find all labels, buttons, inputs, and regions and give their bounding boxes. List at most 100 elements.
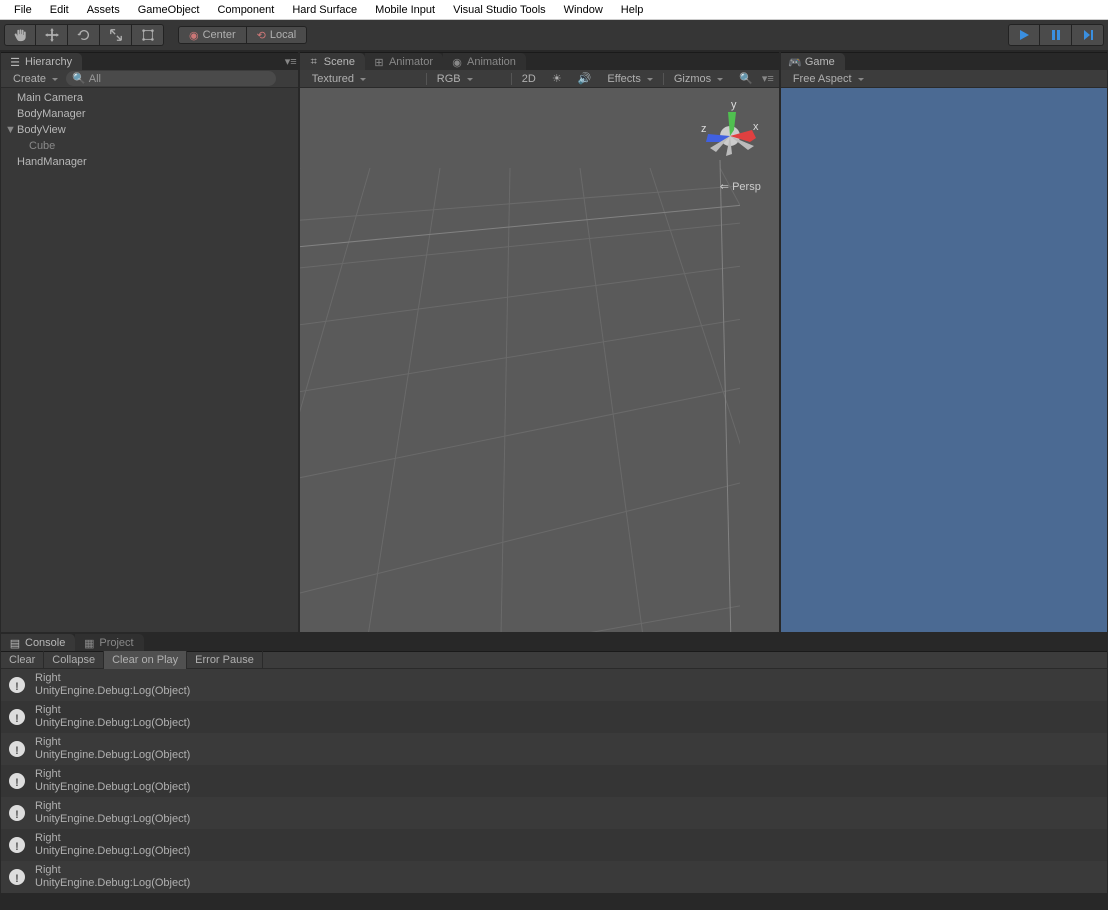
pivot-local-button[interactable]: ⟲Local xyxy=(247,26,308,44)
toggle-2d-button[interactable]: 2D xyxy=(514,71,544,86)
search-icon: 🔍 xyxy=(739,72,753,85)
tab-project[interactable]: ▦Project xyxy=(75,634,143,651)
log-entry[interactable]: !RightUnityEngine.Debug:Log(Object) xyxy=(1,733,1107,765)
gizmos-dropdown[interactable]: Gizmos xyxy=(666,71,731,86)
hierarchy-item-label: BodyManager xyxy=(17,108,86,120)
scene-tab-row: ⌗Scene⊞Animator◉Animation xyxy=(300,53,779,70)
create-dropdown[interactable]: Create xyxy=(5,71,66,86)
rotate-tool-button[interactable] xyxy=(68,24,100,46)
info-icon: ! xyxy=(7,739,27,759)
hierarchy-item-main camera[interactable]: Main Camera xyxy=(1,90,298,106)
menu-component[interactable]: Component xyxy=(209,2,282,18)
log-entry[interactable]: !RightUnityEngine.Debug:Log(Object) xyxy=(1,669,1107,701)
toggle-light-button[interactable]: ☀ xyxy=(544,71,570,86)
tab-animator[interactable]: ⊞Animator xyxy=(365,53,443,70)
info-icon: ! xyxy=(7,835,27,855)
play-button[interactable] xyxy=(1008,24,1040,46)
tab-label: Animation xyxy=(467,56,516,68)
persp-label: Persp xyxy=(732,181,761,193)
menu-assets[interactable]: Assets xyxy=(79,2,128,18)
game-tab-row: 🎮 Game xyxy=(781,53,1107,70)
hierarchy-tab[interactable]: ☰ Hierarchy xyxy=(1,53,82,70)
hierarchy-toolbar: Create 🔍 All xyxy=(1,70,298,88)
step-button[interactable] xyxy=(1072,24,1104,46)
hierarchy-item-bodymanager[interactable]: BodyManager xyxy=(1,106,298,122)
log-message: Right xyxy=(35,800,190,813)
clear-button[interactable]: Clear xyxy=(1,651,44,669)
log-entry[interactable]: !RightUnityEngine.Debug:Log(Object) xyxy=(1,765,1107,797)
menu-gameobject[interactable]: GameObject xyxy=(130,2,208,18)
log-trace: UnityEngine.Debug:Log(Object) xyxy=(35,813,190,826)
hierarchy-item-cube[interactable]: Cube xyxy=(1,138,298,154)
log-message: Right xyxy=(35,832,190,845)
hierarchy-item-label: HandManager xyxy=(17,156,87,168)
game-icon: 🎮 xyxy=(789,56,801,68)
log-entry[interactable]: ! RightUnityEngine.Debug:Log(Object) xyxy=(1,797,1107,829)
console-log-list[interactable]: !RightUnityEngine.Debug:Log(Object)!Righ… xyxy=(1,669,1107,906)
scene-tab-menu-icon[interactable]: ▾≡ xyxy=(761,72,775,85)
collapse-label: Collapse xyxy=(52,654,95,666)
svg-text:!: ! xyxy=(15,841,19,853)
aspect-dropdown[interactable]: Free Aspect xyxy=(785,71,935,86)
hierarchy-search-input[interactable]: 🔍 All xyxy=(66,71,276,86)
hierarchy-item-handmanager[interactable]: HandManager xyxy=(1,154,298,170)
tab-scene[interactable]: ⌗Scene xyxy=(300,53,365,70)
tab-console[interactable]: ▤Console xyxy=(1,634,75,651)
pivot-center-button[interactable]: ◉Center xyxy=(178,26,247,44)
gizmos-label: Gizmos xyxy=(674,73,711,85)
error-pause-label: Error Pause xyxy=(195,654,254,666)
scene-search-button[interactable]: 🔍 xyxy=(731,71,761,86)
menu-visual-studio-tools[interactable]: Visual Studio Tools xyxy=(445,2,554,18)
error-pause-button[interactable]: Error Pause xyxy=(187,651,263,669)
menu-help[interactable]: Help xyxy=(613,2,652,18)
game-viewport[interactable] xyxy=(781,88,1107,632)
pause-button[interactable] xyxy=(1040,24,1072,46)
search-placeholder: All xyxy=(89,73,101,85)
log-message: Right xyxy=(35,736,190,749)
clear-label: Clear xyxy=(9,654,35,666)
log-entry[interactable]: !RightUnityEngine.Debug:Log(Object) xyxy=(1,861,1107,893)
move-tool-button[interactable] xyxy=(36,24,68,46)
svg-text:!: ! xyxy=(15,745,19,757)
rect-tool-button[interactable] xyxy=(132,24,164,46)
expand-arrow-icon[interactable]: ▼ xyxy=(5,124,17,136)
scene-viewport[interactable]: x y z ⇐ Persp xyxy=(300,88,779,632)
menu-file[interactable]: File xyxy=(6,2,40,18)
game-tab[interactable]: 🎮 Game xyxy=(781,53,845,70)
menu-window[interactable]: Window xyxy=(556,2,611,18)
svg-text:!: ! xyxy=(15,809,19,821)
clear-on-play-label: Clear on Play xyxy=(112,654,178,666)
pivot-center-label: Center xyxy=(203,29,236,41)
effects-dropdown[interactable]: Effects xyxy=(599,71,660,86)
tab-animation[interactable]: ◉Animation xyxy=(443,53,526,70)
toggle-audio-button[interactable]: 🔊 xyxy=(570,71,600,86)
scene-icon: ⌗ xyxy=(308,56,320,68)
projection-label[interactable]: ⇐ Persp xyxy=(720,180,761,193)
menu-mobile-input[interactable]: Mobile Input xyxy=(367,2,443,18)
menu-edit[interactable]: Edit xyxy=(42,2,77,18)
game-tab-label: Game xyxy=(805,56,835,68)
hierarchy-item-bodyview[interactable]: ▼BodyView xyxy=(1,122,298,138)
create-label: Create xyxy=(13,73,46,85)
hierarchy-list[interactable]: Main Camera BodyManager ▼BodyView Cube HandM… xyxy=(1,88,298,172)
speaker-icon: 🔊 xyxy=(578,72,592,85)
tab-label: Project xyxy=(99,637,133,649)
collapse-button[interactable]: Collapse xyxy=(44,651,104,669)
menu-hard-surface[interactable]: Hard Surface xyxy=(284,2,365,18)
info-icon: ! xyxy=(7,803,27,823)
orientation-gizmo[interactable]: x y z xyxy=(695,96,765,176)
scene-panel: ⌗Scene⊞Animator◉Animation Textured RGB 2… xyxy=(300,52,779,632)
shading-mode-dropdown[interactable]: Textured xyxy=(304,71,424,86)
render-mode-dropdown[interactable]: RGB xyxy=(429,71,509,86)
scale-tool-button[interactable] xyxy=(100,24,132,46)
hierarchy-tab-menu-icon[interactable]: ▾≡ xyxy=(284,53,298,70)
hand-tool-button[interactable] xyxy=(4,24,36,46)
clear-on-play-button[interactable]: Clear on Play xyxy=(104,651,187,669)
svg-text:!: ! xyxy=(15,777,19,789)
hierarchy-item-label: Cube xyxy=(29,140,55,152)
log-entry[interactable]: !RightUnityEngine.Debug:Log(Object) xyxy=(1,701,1107,733)
log-entry[interactable]: !RightUnityEngine.Debug:Log(Object) xyxy=(1,829,1107,861)
log-trace: UnityEngine.Debug:Log(Object) xyxy=(35,717,190,730)
tab-label: Console xyxy=(25,637,65,649)
bottom-tab-row: ▤Console▦Project xyxy=(1,634,1107,651)
